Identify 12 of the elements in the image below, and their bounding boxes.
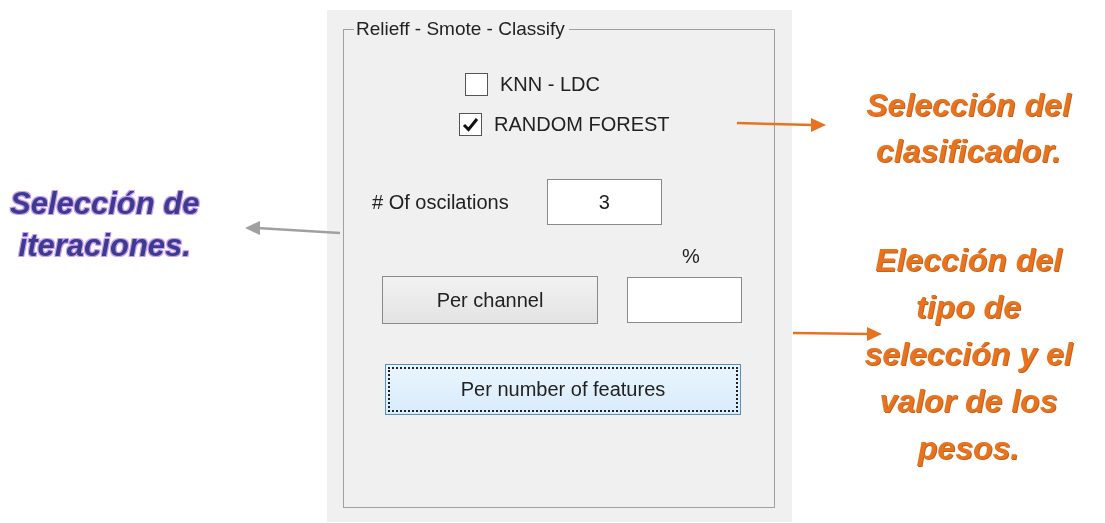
button[interactable]: Per channel — [382, 276, 598, 324]
annotation-text: Elección del tipo de selección y el valor de los pesos. — [864, 241, 1073, 468]
annotation-text: Selección de iteraciones. — [10, 185, 200, 265]
button[interactable]: Per number of features — [385, 364, 741, 415]
annotation-text: Selección del clasificador. — [866, 86, 1071, 171]
checkbox[interactable]: KNN - LDC — [465, 73, 600, 96]
input-field[interactable]: 3 — [546, 179, 662, 225]
group-title: Relieff - Smote - Classify — [355, 18, 566, 40]
field-label: % — [682, 245, 700, 268]
checkbox[interactable]: RANDOM FOREST — [459, 113, 670, 136]
input-field[interactable] — [627, 277, 742, 323]
field-label: # Of oscilations — [372, 190, 509, 214]
